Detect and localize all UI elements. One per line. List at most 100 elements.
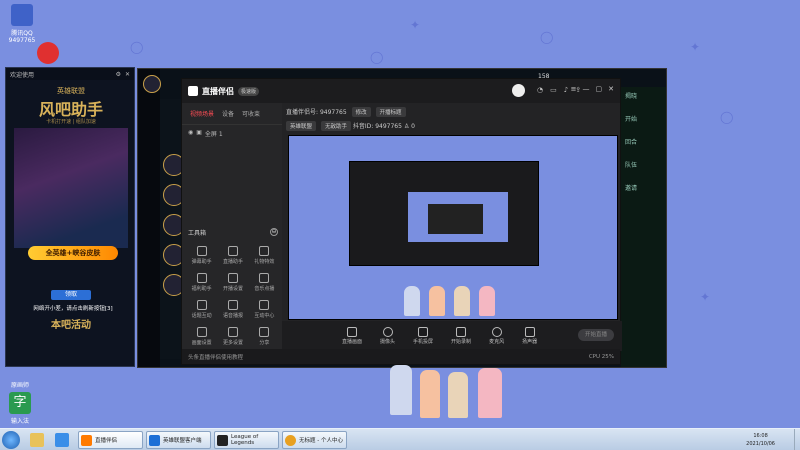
network-notice[interactable]: 网络开小差，请点击刷新按钮[3] <box>18 304 128 312</box>
taskbar-item[interactable]: 英雄联盟客户端 <box>146 431 211 449</box>
tool-item[interactable]: 语音播报 <box>217 300 248 319</box>
tool-icon <box>259 327 270 337</box>
tool-icon <box>196 327 207 337</box>
scene-panel: 视频场景 设备 可收束 ◉ ▣ 全屏 1 工具箱 ⊖ 弹幕助手 直播助手 礼物特… <box>182 103 282 351</box>
window-controls: ≡ — ▢ ✕ <box>571 85 614 93</box>
screen-icon <box>347 327 357 337</box>
settings-icon[interactable]: ⚙ <box>116 71 121 78</box>
tool-item[interactable]: 礼物特效 <box>249 246 280 265</box>
ad-footer: 本吧活动 <box>51 320 91 331</box>
stream-action-bar: 直播画面 摄像头 手机投屏 开始录制 麦克风 扬声器 开始直播 <box>282 321 622 351</box>
version-chip[interactable]: 极速版 <box>238 86 260 96</box>
toolbox-header: 工具箱 ⊖ <box>188 228 278 237</box>
cloud-icon[interactable] <box>55 433 69 447</box>
tool-icon <box>196 246 207 256</box>
microphone-icon <box>491 327 502 337</box>
cartoon-character <box>448 372 468 418</box>
desktop-deco: ✦ <box>690 40 701 54</box>
lol-sidebar <box>138 69 160 367</box>
screen-capture-button[interactable]: 直播画面 <box>342 327 362 345</box>
tool-item[interactable]: 福利助手 <box>186 273 217 292</box>
lock-icon[interactable]: ▣ <box>196 129 202 138</box>
tool-item[interactable]: 开播设置 <box>217 273 248 292</box>
live-title-button[interactable]: 开播标题 <box>375 107 406 117</box>
tool-item[interactable]: 互动中心 <box>249 300 280 319</box>
stream-status-bar: 头条直播伴侣使用教程 CPU 25% <box>182 349 620 364</box>
menu-icon[interactable]: ≡ <box>571 85 577 93</box>
scene-tabs: 视频场景 设备 可收束 <box>182 103 282 125</box>
tool-icon <box>227 246 238 256</box>
desktop-icon-ime[interactable]: 字 输入法 <box>0 392 40 425</box>
folder-icon[interactable] <box>30 433 44 447</box>
start-live-button[interactable]: 开始直播 <box>578 329 614 341</box>
tab-other[interactable]: 可收束 <box>242 109 260 118</box>
tool-item[interactable]: 音乐点播 <box>249 273 280 292</box>
tool-icon <box>259 273 270 283</box>
close-icon[interactable]: ✕ <box>608 85 614 93</box>
tab-scene[interactable]: 视频场景 <box>190 109 214 118</box>
browser-icon <box>285 434 296 446</box>
tab-device[interactable]: 设备 <box>222 109 234 118</box>
speaker-icon <box>524 327 535 337</box>
tool-item[interactable]: 分享 <box>249 327 280 346</box>
scene-item[interactable]: ◉ ▣ 全屏 1 <box>182 125 282 142</box>
tool-item[interactable]: 弹幕助手 <box>186 246 217 265</box>
phone-cast-button[interactable]: 手机投屏 <box>413 327 433 345</box>
ad-artwork <box>14 128 128 248</box>
gift-icon[interactable]: ◔ <box>537 86 543 94</box>
close-icon[interactable]: ✕ <box>125 71 130 78</box>
eye-icon[interactable]: ◉ <box>188 129 193 138</box>
tool-icon <box>227 327 238 337</box>
camera-button[interactable]: 摄像头 <box>380 327 395 345</box>
microphone-button[interactable]: 麦克风 <box>489 327 504 345</box>
power-icon <box>37 42 59 64</box>
start-button[interactable] <box>2 431 20 449</box>
bell-icon[interactable]: ♪ <box>564 86 568 94</box>
desktop-icon-app[interactable] <box>28 42 68 66</box>
minimize-icon[interactable]: — <box>583 85 590 93</box>
tool-item[interactable]: 话题互动 <box>186 300 217 319</box>
tool-item[interactable]: 画面设置 <box>186 327 217 346</box>
tool-item[interactable]: 直播助手 <box>217 246 248 265</box>
preview-recursive-frame <box>349 161 539 266</box>
app-name: 直播伴侣 <box>202 86 234 96</box>
app-icon <box>149 434 160 446</box>
cartoon-character <box>420 370 440 418</box>
app-icon <box>81 434 92 446</box>
speaker-button[interactable]: 扬声器 <box>522 327 537 345</box>
desktop-deco: ◯ <box>720 110 734 124</box>
desktop-icon-painter[interactable]: 原画师 <box>0 380 44 389</box>
taskbar-item[interactable]: 直播伴侣 <box>78 431 143 449</box>
desktop-icon-qq[interactable]: 腾讯QQ 9497765 <box>2 4 42 44</box>
show-desktop-button[interactable] <box>794 429 800 450</box>
taskbar-item[interactable]: 无标题 - 个人中心 <box>282 431 347 449</box>
desktop-deco: ◯ <box>370 50 384 64</box>
taskbar-item[interactable]: League of Legends <box>214 431 279 449</box>
system-clock[interactable]: 16:08 2021/10/06 <box>746 432 775 448</box>
lol-right-panel: 揭晓 开始 回合 队伍 邀请 <box>621 87 666 367</box>
cartoon-character <box>454 286 470 316</box>
claim-button[interactable]: 领取 <box>51 290 91 300</box>
preview-recursive-frame <box>428 204 483 234</box>
tool-icon <box>227 273 238 283</box>
camera-icon <box>382 327 393 337</box>
message-icon[interactable]: ▭ <box>550 86 557 94</box>
edit-button[interactable]: 修改 <box>351 107 371 117</box>
preview-recursive-frame <box>408 192 508 242</box>
stream-preview[interactable] <box>288 135 618 320</box>
cartoon-character <box>479 286 495 316</box>
maximize-icon[interactable]: ▢ <box>596 85 603 93</box>
add-tool-icon[interactable]: ⊖ <box>270 228 278 236</box>
avatar[interactable] <box>512 84 525 97</box>
tutorial-link[interactable]: 头条直播伴侣使用教程 <box>188 353 243 361</box>
cpu-usage: CPU 25% <box>588 353 614 360</box>
tag-chip[interactable]: 无敌助手 <box>320 121 351 131</box>
tool-item[interactable]: 更多设置 <box>217 327 248 346</box>
lol-logo-icon[interactable] <box>143 75 161 93</box>
ad-badge[interactable]: 全英雄+峡谷皮肤 <box>28 246 118 260</box>
record-button[interactable]: 开始录制 <box>451 327 471 345</box>
category-chip[interactable]: 英雄联盟 <box>286 121 317 131</box>
cartoon-character <box>429 286 445 316</box>
desktop-deco: ◯ <box>130 40 144 54</box>
desktop-deco: ◯ <box>540 30 554 44</box>
